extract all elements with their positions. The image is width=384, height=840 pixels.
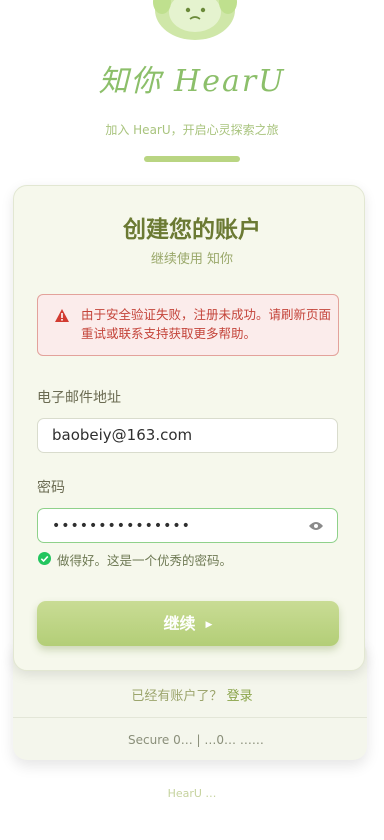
password-hint-text: 做得好。这是一个优秀的密码。 (57, 553, 233, 568)
email-field[interactable]: baobeiy@163.com (37, 418, 338, 453)
logo-area: 知你 HearU (0, 0, 384, 110)
eye-icon[interactable] (309, 521, 323, 531)
footer-text: HearU … (167, 787, 217, 800)
warning-icon (55, 309, 69, 322)
caret-right-icon: ▶ (205, 620, 213, 630)
brand-logo-text: 知你 HearU (98, 64, 286, 99)
page-subtitle: 继续使用 知你 (150, 252, 234, 267)
tagline: 加入 HearU，开启心灵探索之旅 (105, 123, 279, 137)
email-value: baobeiy@163.com (52, 426, 193, 444)
accent-divider (144, 156, 240, 162)
login-prompt-text: 已经有账户了？ (131, 689, 223, 704)
check-circle-icon (38, 552, 51, 565)
divider (13, 717, 367, 718)
password-value: ••••••••••••••• (52, 518, 191, 534)
password-label: 密码 (37, 480, 65, 496)
mascot-logo-icon (153, 0, 237, 40)
email-label: 电子邮件地址 (37, 390, 121, 406)
password-field[interactable]: ••••••••••••••• (37, 508, 338, 543)
continue-button[interactable]: 继续 ▶ (37, 601, 339, 646)
page-title: 创建您的账户 (123, 217, 261, 243)
error-alert: 由于安全验证失败，注册未成功。请刷新页面重试或联系支持获取更多帮助。 (37, 294, 339, 356)
login-link[interactable]: 登录 (227, 689, 253, 704)
login-prompt: 已经有账户了？ 登录 (0, 685, 384, 704)
continue-label: 继续 (163, 614, 196, 633)
error-message: 由于安全验证失败，注册未成功。请刷新页面重试或联系支持获取更多帮助。 (81, 307, 332, 341)
secure-notice: Secure 0… | …0… …… (128, 733, 264, 747)
